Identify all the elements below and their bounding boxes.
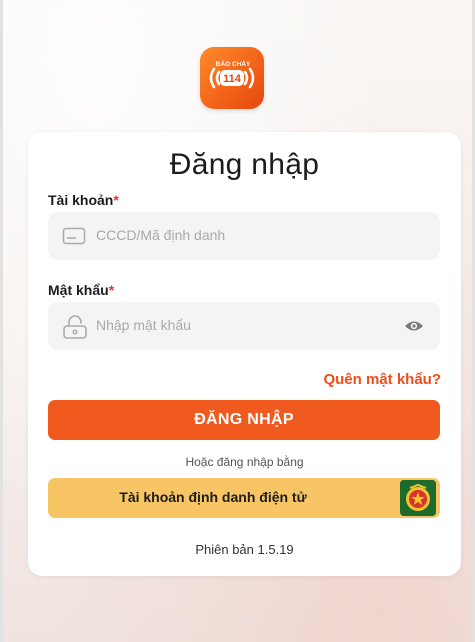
alt-login-text: Hoặc đăng nhập bằng bbox=[185, 455, 304, 469]
login-card: Đăng nhập Tài khoản* CCCD/Mã định danh M… bbox=[28, 132, 461, 576]
password-label: Mật khẩu* bbox=[48, 282, 114, 298]
forgot-password-link[interactable]: Quên mật khẩu? bbox=[323, 371, 441, 388]
vneid-login-button[interactable]: Tài khoản định danh điện tử bbox=[48, 478, 440, 518]
app-version: Phiên bản 1.5.19 bbox=[195, 542, 294, 557]
required-mark: * bbox=[113, 192, 119, 208]
app-logo: BÁO CHÁY 114 bbox=[200, 47, 264, 109]
left-border bbox=[0, 0, 3, 642]
password-placeholder: Nhập mật khẩu bbox=[96, 317, 191, 333]
id-card-icon bbox=[62, 225, 86, 252]
account-placeholder: CCCD/Mã định danh bbox=[96, 227, 226, 243]
vneid-button-label: Tài khoản định danh điện tử bbox=[119, 489, 307, 505]
account-label: Tài khoản* bbox=[48, 192, 119, 208]
police-emblem-icon bbox=[400, 480, 436, 516]
eye-icon[interactable] bbox=[404, 318, 424, 339]
page-title: Đăng nhập bbox=[169, 148, 320, 181]
password-label-text: Mật khẩu bbox=[48, 282, 109, 298]
login-button[interactable]: ĐĂNG NHẬP bbox=[48, 400, 440, 440]
lock-icon bbox=[62, 315, 88, 344]
logo-number: 114 bbox=[223, 73, 242, 85]
account-input[interactable]: CCCD/Mã định danh bbox=[48, 212, 440, 260]
required-mark: * bbox=[108, 282, 115, 298]
password-input[interactable]: Nhập mật khẩu bbox=[48, 302, 440, 350]
logo-top-text: BÁO CHÁY bbox=[216, 59, 251, 68]
fire-alarm-114-icon: BÁO CHÁY 114 bbox=[209, 59, 255, 89]
account-label-text: Tài khoản bbox=[48, 192, 114, 208]
